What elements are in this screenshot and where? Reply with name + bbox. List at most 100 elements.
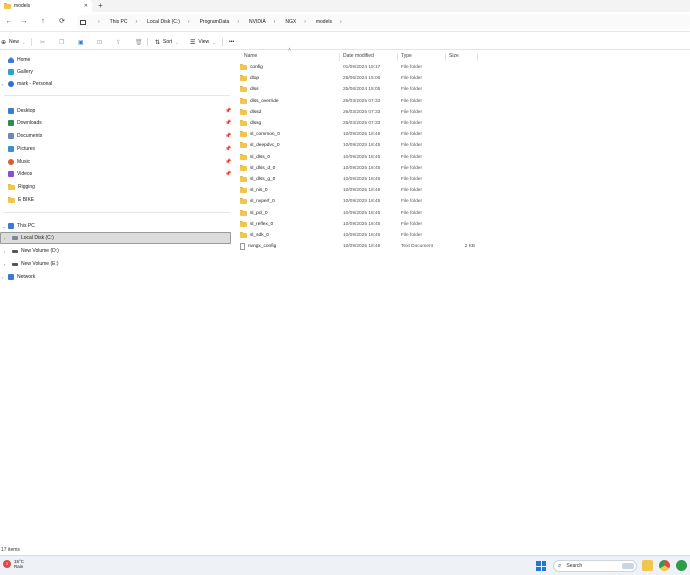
pin-icon[interactable]: 📌	[225, 120, 231, 126]
breadcrumb-models[interactable]: models	[316, 19, 332, 25]
chevron-right-icon[interactable]: ›	[2, 82, 3, 87]
file-row[interactable]: sl_deepdvc_0 10/09/2025 18:45 File folder	[236, 140, 690, 151]
paste-button[interactable]: ▣	[78, 37, 84, 47]
folder-icon	[4, 2, 11, 9]
sidebar-item-gallery[interactable]: Gallery	[8, 67, 33, 77]
sidebar-item-ebike[interactable]: E BIKE	[8, 195, 34, 205]
app-taskbar-icon[interactable]	[676, 560, 687, 571]
breadcrumb-separator[interactable]: ›	[188, 19, 190, 25]
file-row[interactable]: sl_pcl_0 10/09/2025 18:45 File folder	[236, 208, 690, 219]
copy-button[interactable]: ❐	[59, 37, 64, 47]
chevron-right-icon[interactable]: ›	[2, 275, 3, 280]
more-options-button[interactable]: •••	[229, 37, 234, 47]
chevron-right-icon[interactable]: ›	[4, 236, 5, 241]
pin-icon[interactable]: 📌	[225, 133, 231, 139]
sidebar-item-music[interactable]: Music	[8, 157, 30, 167]
breadcrumb-separator[interactable]: ›	[304, 19, 306, 25]
sidebar-item-local-disk-c[interactable]: Local Disk (C:)	[12, 233, 54, 243]
sort-icon: ⇅	[155, 39, 161, 46]
file-row[interactable]: config 01/09/2024 19:17 File folder	[236, 62, 690, 73]
column-header-size[interactable]: Size	[449, 53, 459, 62]
file-row[interactable]: sl_dlss_0 10/09/2025 18:45 File folder	[236, 152, 690, 163]
refresh-button[interactable]: ⟳	[57, 17, 67, 27]
sidebar-item-videos[interactable]: Videos	[8, 169, 32, 179]
folder-icon	[240, 209, 247, 216]
back-button[interactable]: ←	[4, 17, 14, 27]
sidebar-item-documents[interactable]: Documents	[8, 131, 42, 141]
column-divider[interactable]	[397, 53, 398, 61]
rename-button[interactable]: ⊡	[97, 37, 102, 47]
start-button[interactable]	[536, 561, 546, 571]
sidebar-item-pictures[interactable]: Pictures	[8, 144, 35, 154]
pin-icon[interactable]: 📌	[225, 108, 231, 114]
chrome-taskbar-icon[interactable]	[659, 560, 670, 571]
breadcrumb-separator[interactable]: ›	[274, 19, 276, 25]
file-row[interactable]: sl_nvperf_0 10/09/2025 18:45 File folder	[236, 196, 690, 207]
breadcrumb-this-pc[interactable]: This PC	[110, 19, 128, 25]
file-name: sl_deepdvc_0	[250, 143, 280, 149]
new-button[interactable]: ⊕ New ⌄	[1, 37, 25, 47]
videos-icon	[8, 171, 14, 177]
sidebar-item-downloads[interactable]: Downloads	[8, 118, 42, 128]
breadcrumb-programdata[interactable]: ProgramData	[200, 19, 230, 25]
breadcrumb-nvidia[interactable]: NVIDIA	[249, 19, 266, 25]
search-highlight-icon	[622, 563, 634, 569]
chevron-right-icon[interactable]: ›	[4, 249, 5, 254]
sidebar-item-onedrive[interactable]: mark - Personal	[8, 79, 52, 89]
drive-icon	[12, 236, 18, 240]
tab-models[interactable]: models ✕	[0, 0, 92, 12]
chevron-down-icon[interactable]: ⌄	[2, 224, 5, 229]
column-header-date[interactable]: Date modified	[343, 53, 374, 62]
taskbar-search[interactable]: ⌕ Search	[553, 560, 637, 572]
address-bar[interactable]: › This PC › Local Disk (C:) › ProgramDat…	[77, 15, 690, 29]
pin-icon[interactable]: 📌	[225, 171, 231, 177]
sidebar-item-new-volume-e[interactable]: New Volume (E:)	[12, 259, 59, 269]
breadcrumb-separator[interactable]: ›	[135, 19, 137, 25]
column-divider[interactable]	[445, 53, 446, 61]
file-row[interactable]: dlss_override 26/03/2025 07:33 File folder	[236, 96, 690, 107]
up-button[interactable]: ↑	[38, 17, 48, 27]
chevron-right-icon[interactable]: ›	[4, 262, 5, 267]
forward-button[interactable]: →	[19, 17, 29, 27]
file-explorer-taskbar-icon[interactable]	[642, 560, 653, 571]
file-row[interactable]: sl_reflex_0 10/09/2025 18:45 File folder	[236, 219, 690, 230]
column-header-type[interactable]: Type	[401, 53, 412, 62]
breadcrumb-separator[interactable]: ›	[340, 19, 342, 25]
cut-button[interactable]: ✂	[40, 37, 45, 47]
pin-icon[interactable]: 📌	[225, 146, 231, 152]
file-row[interactable]: sl_dlss_g_0 10/09/2025 18:45 File folder	[236, 174, 690, 185]
sidebar-item-desktop[interactable]: Desktop	[8, 106, 35, 116]
file-row[interactable]: dlssd 26/03/2025 07:33 File folder	[236, 107, 690, 118]
weather-widget[interactable]: 1 15°C Rain	[3, 559, 24, 569]
sidebar-item-rigging[interactable]: Rigging	[8, 182, 35, 192]
file-row[interactable]: dlss 25/06/2024 15:05 File folder	[236, 84, 690, 95]
file-row[interactable]: sl_sdk_0 10/09/2025 18:45 File folder	[236, 230, 690, 241]
sidebar-item-new-volume-d[interactable]: New Volume (D:)	[12, 246, 59, 256]
breadcrumb-ngx[interactable]: NGX	[285, 19, 296, 25]
folder-icon	[8, 183, 15, 190]
file-row[interactable]: sl_dlss_d_0 10/09/2025 18:45 File folder	[236, 163, 690, 174]
file-row[interactable]: nvngx_config 10/09/2025 18:45 Text Documen…	[236, 241, 690, 252]
column-divider[interactable]	[477, 53, 478, 61]
folder-icon	[240, 198, 247, 205]
close-tab-icon[interactable]: ✕	[84, 3, 88, 9]
sidebar-item-network[interactable]: Network	[8, 272, 35, 282]
breadcrumb-separator[interactable]: ›	[237, 19, 239, 25]
delete-button[interactable]: 🗑	[135, 37, 143, 47]
file-name: dlop	[250, 76, 260, 82]
new-tab-button[interactable]: +	[98, 1, 103, 10]
view-button[interactable]: ☰ View ⌄	[190, 37, 216, 47]
file-row[interactable]: sl_common_0 10/09/2025 18:45 File folder	[236, 129, 690, 140]
file-row[interactable]: dlop 25/06/2024 15:06 File folder	[236, 73, 690, 84]
column-header-name[interactable]: Name	[244, 53, 257, 62]
file-row[interactable]: dlssg 26/03/2025 07:33 File folder	[236, 118, 690, 129]
breadcrumb-local-disk[interactable]: Local Disk (C:)	[147, 19, 180, 25]
file-row[interactable]: sl_nis_0 10/09/2025 18:45 File folder	[236, 185, 690, 196]
share-button[interactable]: ⇪	[116, 37, 121, 47]
sort-button[interactable]: ⇅ Sort ⌄	[155, 37, 179, 47]
file-name: nvngx_config	[248, 244, 277, 250]
sidebar-item-home[interactable]: Home	[8, 55, 30, 65]
column-divider[interactable]	[339, 53, 340, 61]
pin-icon[interactable]: 📌	[225, 159, 231, 165]
sidebar-item-this-pc[interactable]: This PC	[8, 221, 35, 231]
